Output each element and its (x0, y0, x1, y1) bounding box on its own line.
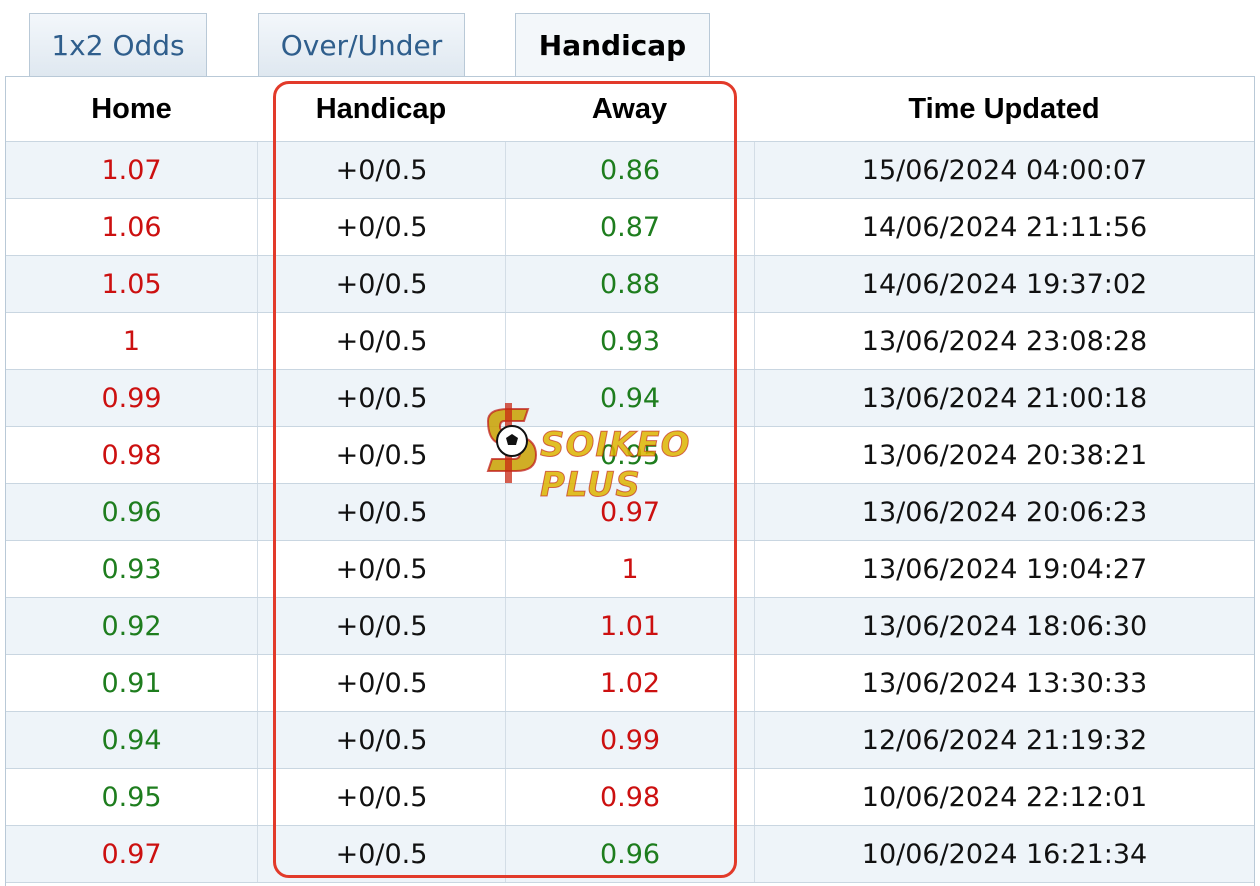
handicap-cell: +0/0.5 (257, 769, 505, 825)
home-odds-cell: 0.95 (101, 781, 162, 813)
time-updated-cell: 12/06/2024 21:19:32 (754, 712, 1254, 768)
tab-label: 1x2 Odds (51, 28, 185, 62)
home-odds-cell: 1.06 (101, 211, 162, 243)
table-row: 0.99 +0/0.5 0.94 13/06/2024 21:00:18 (6, 370, 1254, 427)
away-odds-cell: 0.96 (505, 826, 754, 882)
away-odds-cell: 0.98 (505, 769, 754, 825)
table-row: 1 +0/0.5 0.93 13/06/2024 23:08:28 (6, 313, 1254, 370)
time-updated-cell: 13/06/2024 19:04:27 (754, 541, 1254, 597)
away-odds-cell: 0.93 (505, 313, 754, 369)
away-odds-cell: 0.86 (505, 142, 754, 198)
column-header-handicap: Handicap (315, 92, 447, 125)
handicap-cell: +0/0.5 (257, 427, 505, 483)
table-header: Home Handicap Away Time Updated (6, 77, 1254, 142)
time-updated-cell: 13/06/2024 20:06:23 (754, 484, 1254, 540)
column-header-home: Home (91, 92, 172, 125)
tab-label: Handicap (538, 28, 687, 62)
time-updated-cell: 13/06/2024 18:06:30 (754, 598, 1254, 654)
home-odds-cell: 0.99 (101, 382, 162, 414)
time-updated-cell: 13/06/2024 20:38:21 (754, 427, 1254, 483)
table-row: 0.95 +0/0.5 0.98 10/06/2024 22:12:01 (6, 769, 1254, 826)
time-updated-cell: 13/06/2024 21:00:18 (754, 370, 1254, 426)
home-odds-cell: 1.05 (101, 268, 162, 300)
away-odds-cell: 0.87 (505, 199, 754, 255)
handicap-cell: +0/0.5 (257, 655, 505, 711)
column-header-time-updated: Time Updated (908, 92, 1100, 125)
column-header-away: Away (591, 92, 668, 125)
away-odds-cell: 1.02 (505, 655, 754, 711)
time-updated-cell: 10/06/2024 22:12:01 (754, 769, 1254, 825)
time-updated-cell: 13/06/2024 13:30:33 (754, 655, 1254, 711)
handicap-cell: +0/0.5 (257, 541, 505, 597)
odds-page: 1x2 Odds Over/Under Handicap Home Handic… (0, 0, 1260, 886)
table-row: 0.91 +0/0.5 1.02 13/06/2024 13:30:33 (6, 655, 1254, 712)
away-odds-cell: 1 (505, 541, 754, 597)
time-updated-cell: 15/06/2024 04:00:07 (754, 142, 1254, 198)
home-odds-cell: 0.91 (101, 667, 162, 699)
table-row: 0.93 +0/0.5 1 13/06/2024 19:04:27 (6, 541, 1254, 598)
time-updated-cell: 10/06/2024 16:21:34 (754, 826, 1254, 882)
handicap-cell: +0/0.5 (257, 598, 505, 654)
odds-table: Home Handicap Away Time Updated 1.07 +0/0… (5, 76, 1255, 886)
home-odds-cell: 0.98 (101, 439, 162, 471)
home-odds-cell: 1.07 (101, 154, 162, 186)
table-row: 0.97 +0/0.5 0.96 10/06/2024 16:21:34 (6, 826, 1254, 883)
handicap-cell: +0/0.5 (257, 142, 505, 198)
tab-over-under[interactable]: Over/Under (258, 13, 465, 76)
tab-handicap[interactable]: Handicap (515, 13, 710, 76)
away-odds-cell: 0.95 (505, 427, 754, 483)
tab-1x2-odds[interactable]: 1x2 Odds (29, 13, 207, 76)
home-odds-cell: 0.96 (101, 496, 162, 528)
away-odds-cell: 1.01 (505, 598, 754, 654)
handicap-cell: +0/0.5 (257, 826, 505, 882)
table-row: 0.96 +0/0.5 0.97 13/06/2024 20:06:23 (6, 484, 1254, 541)
table-row: 1.05 +0/0.5 0.88 14/06/2024 19:37:02 (6, 256, 1254, 313)
tab-label: Over/Under (280, 28, 443, 62)
home-odds-cell: 0.92 (101, 610, 162, 642)
handicap-cell: +0/0.5 (257, 712, 505, 768)
table-row: 0.94 +0/0.5 0.99 12/06/2024 21:19:32 (6, 712, 1254, 769)
handicap-cell: +0/0.5 (257, 370, 505, 426)
table-row: 1.07 +0/0.5 0.86 15/06/2024 04:00:07 (6, 142, 1254, 199)
time-updated-cell: 14/06/2024 21:11:56 (754, 199, 1254, 255)
home-odds-cell: 1 (122, 325, 141, 357)
handicap-cell: +0/0.5 (257, 256, 505, 312)
home-odds-cell: 0.94 (101, 724, 162, 756)
away-odds-cell: 0.88 (505, 256, 754, 312)
home-odds-cell: 0.93 (101, 553, 162, 585)
table-row: 1.06 +0/0.5 0.87 14/06/2024 21:11:56 (6, 199, 1254, 256)
table-row: 0.98 +0/0.5 0.95 13/06/2024 20:38:21 (6, 427, 1254, 484)
home-odds-cell: 0.97 (101, 838, 162, 870)
time-updated-cell: 14/06/2024 19:37:02 (754, 256, 1254, 312)
handicap-cell: +0/0.5 (257, 313, 505, 369)
table-row: 0.92 +0/0.5 1.01 13/06/2024 18:06:30 (6, 598, 1254, 655)
handicap-cell: +0/0.5 (257, 484, 505, 540)
time-updated-cell: 13/06/2024 23:08:28 (754, 313, 1254, 369)
away-odds-cell: 0.97 (505, 484, 754, 540)
away-odds-cell: 0.99 (505, 712, 754, 768)
handicap-cell: +0/0.5 (257, 199, 505, 255)
away-odds-cell: 0.94 (505, 370, 754, 426)
